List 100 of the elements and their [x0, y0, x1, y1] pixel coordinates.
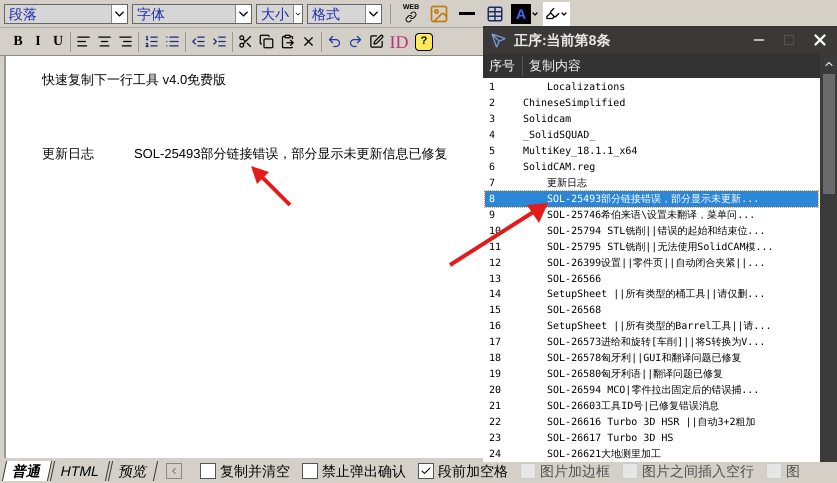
pointer-arrow [251, 166, 292, 206]
list-row[interactable]: 1 Localizations [485, 80, 818, 96]
paragraph-label: 更新日志 [42, 144, 94, 162]
table-icon [486, 4, 504, 22]
scroll-left-button[interactable] [166, 462, 182, 478]
row-content: _SolidSQUAD_ [523, 129, 596, 144]
image-icon [429, 4, 449, 24]
list-row[interactable]: 8 SOL-25493部分链接错误，部分显示未更新... [485, 191, 818, 208]
row-content: SOL-26616 Turbo 3D HSR ||自动3+2粗加 [546, 416, 756, 430]
format-button[interactable]: I [28, 30, 48, 54]
row-content: SetupSheet ||所有类型的桶工具||请仅删... [546, 288, 766, 302]
list-row[interactable]: 6 SolidCAM.reg [485, 160, 818, 176]
list-row[interactable]: 23 SOL-26617 Turbo 3D HS [485, 430, 818, 446]
paragraph-text: SOL-25493部分链接错误，部分显示未更新信息已修复 [134, 144, 448, 162]
list-row[interactable]: 17 SOL-26573进给和旋转[车削]||将S转换为V... [485, 334, 818, 351]
row-number: 11 [488, 240, 502, 255]
row-content: SolidCAM.reg [523, 161, 596, 176]
row-content: SetupSheet ||所有类型的Barrel工具||请... [546, 320, 772, 334]
link-icon [405, 11, 417, 23]
align-center-icon [97, 34, 112, 49]
list-row[interactable]: 16 SetupSheet ||所有类型的Barrel工具||请... [485, 318, 818, 335]
checkbox-label: 图片加边框 [540, 462, 610, 480]
checkbox[interactable] [200, 462, 216, 478]
row-number: 14 [488, 288, 502, 302]
list-row[interactable]: 15 SOL-26568 [485, 302, 818, 319]
row-number: 8 [488, 192, 496, 207]
scrollbar-thumb[interactable] [822, 74, 834, 194]
dropdown[interactable]: 大小 [256, 4, 303, 24]
checkbox-label: 段前加空格 [438, 462, 508, 480]
row-content: MultiKey_18.1.1_x64 [523, 145, 638, 160]
row-number: 13 [488, 272, 502, 287]
list-row[interactable]: 21 SOL-26603工具ID号|已修复错误消息 [485, 398, 818, 414]
highlighter-icon [545, 6, 560, 21]
note-icon [369, 34, 384, 49]
chevron-down-icon [365, 4, 381, 22]
row-number: 12 [488, 256, 502, 271]
chevron-down-icon [293, 4, 302, 22]
delete-icon [301, 34, 316, 49]
row-content: SOL-26594 MCO|零件拉出固定后的错误捕... [546, 384, 760, 398]
checkbox-label: 禁止弹出确认 [322, 462, 406, 480]
dropdown[interactable]: 段落 [4, 4, 128, 24]
row-content: SOL-26399设置||零件页||自动闭合夹紧||... [546, 256, 766, 271]
chevron-down-icon [235, 4, 251, 22]
highlight-button[interactable] [543, 2, 570, 26]
row-content: ChineseSimplified [523, 97, 626, 112]
row-content: SOL-26568 [546, 304, 602, 318]
format-button[interactable]: B [8, 30, 28, 54]
cut-icon [238, 34, 253, 49]
paper-plane-icon [491, 32, 506, 48]
list-row[interactable]: 13 SOL-26566 [485, 271, 818, 287]
row-number: 15 [488, 304, 502, 318]
editor-tab[interactable]: HTML [50, 460, 110, 480]
list-row[interactable]: 22 SOL-26616 Turbo 3D HSR ||自动3+2粗加 [485, 414, 818, 430]
list-row[interactable]: 2 ChineseSimplified [485, 96, 818, 112]
copy-icon [259, 34, 274, 49]
row-number: 17 [488, 336, 502, 350]
caret-icon [560, 10, 568, 18]
row-content: Localizations [546, 81, 626, 96]
bullet-list-icon [165, 34, 180, 49]
list-row[interactable]: 5 MultiKey_18.1.1_x64 [485, 144, 818, 160]
paragraph-text: 快速复制下一行工具 v4.0免费版 [42, 71, 226, 89]
undo-icon [327, 34, 342, 49]
row-content: SOL-26573进给和旋转[车削]||将S转换为V... [546, 336, 766, 350]
format-button[interactable]: U [48, 30, 68, 54]
column-header: 复制内容 [528, 57, 581, 76]
checkbox[interactable] [418, 462, 434, 478]
row-number: 2 [488, 97, 496, 112]
checkbox[interactable] [302, 462, 318, 478]
window-title: 正序:当前第8条 [514, 31, 612, 50]
row-number: 6 [488, 161, 496, 176]
align-right-icon [118, 34, 133, 49]
editor-tab[interactable]: 普通 [2, 460, 52, 480]
list-row[interactable]: 18 SOL-26578匈牙利||GUI和翻译问题已修复 [485, 350, 818, 367]
row-number: 4 [488, 129, 496, 144]
list-row[interactable]: 19 SOL-26580匈牙利语||翻译问题已修复 [485, 366, 818, 383]
help-button[interactable]: ? [415, 32, 433, 50]
chevron-down-icon [111, 4, 127, 22]
list-row[interactable]: 9 SOL-25746希伯来语\设置未翻译，菜单问... [485, 207, 818, 224]
editor-tab[interactable]: 预览 [108, 460, 158, 480]
row-content: SOL-25746希伯来语\设置未翻译，菜单问... [546, 208, 756, 223]
list-row[interactable]: 3 Solidcam [485, 112, 818, 128]
row-content: Solidcam [523, 113, 572, 128]
row-content: SOL-26578匈牙利||GUI和翻译问题已修复 [546, 352, 742, 366]
row-number: 20 [488, 384, 502, 398]
list-row[interactable]: 7 更新日志 [485, 176, 818, 192]
dropdown[interactable]: 字体 [132, 4, 252, 24]
list-row[interactable]: 11 SOL-25795 STL铣削||无法使用SolidCAM模... [485, 239, 818, 256]
row-number: 16 [488, 320, 502, 334]
row-content: SOL-25493部分链接错误，部分显示未更新... [546, 192, 760, 207]
check-icon [420, 464, 432, 476]
row-number: 19 [488, 368, 502, 382]
checkbox-label: 图片之间插入空行 [642, 462, 754, 480]
dropdown[interactable]: 格式 [307, 4, 382, 24]
list-row[interactable]: 4 _SolidSQUAD_ [485, 128, 818, 144]
row-content: SOL-26566 [546, 272, 602, 287]
row-content: SOL-25794 STL铣削||错误的起始和结束位... [546, 224, 766, 239]
list-row[interactable]: 12 SOL-26399设置||零件页||自动闭合夹紧||... [485, 255, 818, 272]
list-row[interactable]: 20 SOL-26594 MCO|零件拉出固定后的错误捕... [485, 382, 818, 398]
list-row[interactable]: 14 SetupSheet ||所有类型的桶工具||请仅删... [485, 286, 818, 303]
row-number: 1 [488, 81, 496, 96]
